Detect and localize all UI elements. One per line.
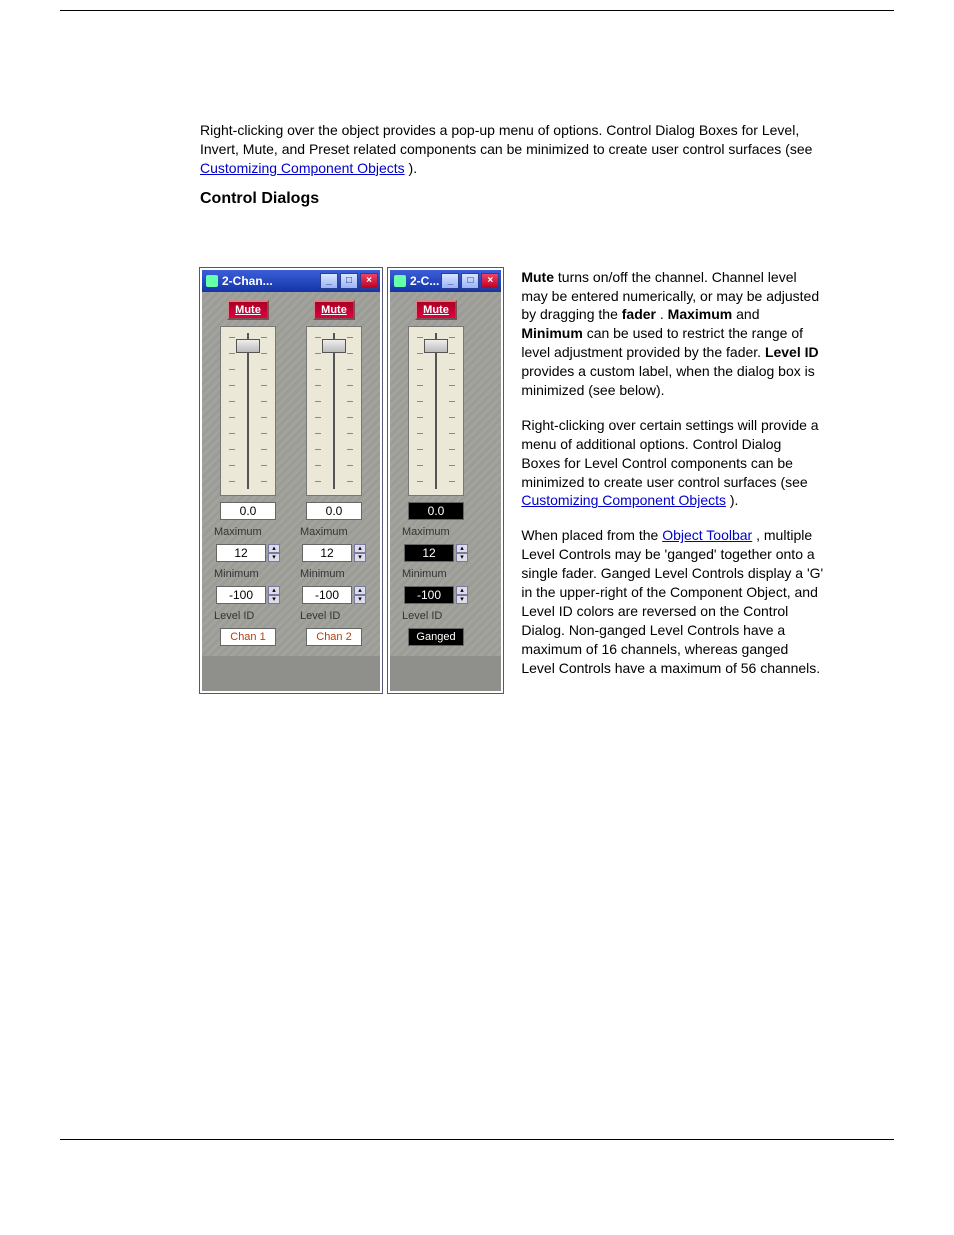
p1b: . (660, 306, 668, 322)
level-id-label: Level ID (208, 610, 254, 622)
maximum-value[interactable]: 12 (404, 544, 454, 562)
maximum-spinner: 12▴▾ (216, 544, 280, 562)
channel-strip: Mute0.0Maximum12▴▾Minimum-100▴▾Level IDG… (396, 300, 476, 646)
level-value[interactable]: 0.0 (408, 502, 464, 520)
channel-strip: Mute0.0Maximum12▴▾Minimum-100▴▾Level IDC… (208, 300, 288, 646)
channel-strip: Mute0.0Maximum12▴▾Minimum-100▴▾Level IDC… (294, 300, 374, 646)
minimum-value[interactable]: -100 (302, 586, 352, 604)
level-id-label: Level ID (294, 610, 340, 622)
link-object-toolbar[interactable]: Object Toolbar (662, 527, 752, 543)
minimum-label: Minimum (396, 568, 447, 580)
maximum-spinner: 12▴▾ (302, 544, 366, 562)
level-value[interactable]: 0.0 (220, 502, 276, 520)
p2a: Right-clicking over certain settings wil… (521, 417, 818, 490)
mute-button[interactable]: Mute (227, 300, 269, 320)
p1c: and (736, 306, 759, 322)
close-button[interactable]: × (481, 273, 499, 289)
fader-thumb[interactable] (322, 339, 346, 353)
bold-mute: Mute (521, 269, 554, 285)
app-icon (206, 275, 218, 287)
intro-text-a: Right-clicking over the object provides … (200, 122, 812, 157)
minimize-button[interactable]: _ (441, 273, 459, 289)
bold-levelid: Level ID (765, 344, 819, 360)
intro-text-b: ). (409, 160, 418, 176)
minimum-up[interactable]: ▴ (354, 586, 366, 595)
maximum-label: Maximum (208, 526, 262, 538)
desc-paragraph-2: Right-clicking over certain settings wil… (521, 416, 824, 510)
maximum-down[interactable]: ▾ (268, 553, 280, 562)
window-title: 2-Chan... (222, 274, 318, 288)
maximum-label: Maximum (396, 526, 450, 538)
desc-paragraph-3: When placed from the Object Toolbar , mu… (521, 526, 824, 677)
p3b: , multiple Level Controls may be 'ganged… (521, 527, 823, 675)
bold-fader: fader (622, 306, 656, 322)
app-icon (394, 275, 406, 287)
bold-minimum: Minimum (521, 325, 582, 341)
mute-button[interactable]: Mute (313, 300, 355, 320)
minimize-button[interactable]: _ (320, 273, 338, 289)
titlebar[interactable]: 2-Chan..._□× (202, 270, 380, 292)
p1e: provides a custom label, when the dialog… (521, 363, 814, 398)
minimum-label: Minimum (208, 568, 259, 580)
dialog-body: Mute0.0Maximum12▴▾Minimum-100▴▾Level IDG… (390, 292, 501, 656)
minimum-value[interactable]: -100 (404, 586, 454, 604)
maximum-up[interactable]: ▴ (456, 544, 468, 553)
minimum-down[interactable]: ▾ (456, 595, 468, 604)
level-id-value[interactable]: Chan 1 (220, 628, 276, 646)
content-row: 2-Chan..._□×Mute0.0Maximum12▴▾Minimum-10… (200, 268, 824, 694)
description-column: Mute turns on/off the channel. Channel l… (521, 268, 824, 694)
level-id-value[interactable]: Chan 2 (306, 628, 362, 646)
maximum-value[interactable]: 12 (216, 544, 266, 562)
desc-paragraph-1: Mute turns on/off the channel. Channel l… (521, 268, 824, 400)
p2b: ). (730, 492, 739, 508)
titlebar[interactable]: 2-C..._□× (390, 270, 501, 292)
dialog-screenshots: 2-Chan..._□×Mute0.0Maximum12▴▾Minimum-10… (200, 268, 503, 694)
maximum-label: Maximum (294, 526, 348, 538)
level-id-label: Level ID (396, 610, 442, 622)
fader[interactable] (306, 326, 362, 496)
level-value[interactable]: 0.0 (306, 502, 362, 520)
maximize-button[interactable]: □ (340, 273, 358, 289)
intro-paragraph: Right-clicking over the object provides … (200, 121, 824, 178)
minimum-spinner: -100▴▾ (302, 586, 366, 604)
maximum-spinner: 12▴▾ (404, 544, 468, 562)
level-id-value[interactable]: Ganged (408, 628, 464, 646)
heading-control-dialogs: Control Dialogs (200, 190, 824, 208)
maximum-up[interactable]: ▴ (268, 544, 280, 553)
minimum-spinner: -100▴▾ (216, 586, 280, 604)
maximum-value[interactable]: 12 (302, 544, 352, 562)
minimum-up[interactable]: ▴ (268, 586, 280, 595)
fader-thumb[interactable] (236, 339, 260, 353)
mute-button[interactable]: Mute (415, 300, 457, 320)
dialog-window: 2-C..._□×Mute0.0Maximum12▴▾Minimum-100▴▾… (388, 268, 503, 694)
document-page: Right-clicking over the object provides … (60, 10, 894, 1140)
dialog-window: 2-Chan..._□×Mute0.0Maximum12▴▾Minimum-10… (200, 268, 382, 694)
link-customizing-2[interactable]: Customizing Component Objects (521, 492, 726, 508)
fader-thumb[interactable] (424, 339, 448, 353)
maximum-down[interactable]: ▾ (354, 553, 366, 562)
maximize-button[interactable]: □ (461, 273, 479, 289)
maximum-down[interactable]: ▾ (456, 553, 468, 562)
maximum-up[interactable]: ▴ (354, 544, 366, 553)
minimum-down[interactable]: ▾ (354, 595, 366, 604)
minimum-down[interactable]: ▾ (268, 595, 280, 604)
dialog-body: Mute0.0Maximum12▴▾Minimum-100▴▾Level IDC… (202, 292, 380, 656)
minimum-up[interactable]: ▴ (456, 586, 468, 595)
p3a: When placed from the (521, 527, 662, 543)
minimum-value[interactable]: -100 (216, 586, 266, 604)
minimum-spinner: -100▴▾ (404, 586, 468, 604)
window-title: 2-C... (410, 274, 439, 288)
fader[interactable] (408, 326, 464, 496)
fader[interactable] (220, 326, 276, 496)
link-customizing-1[interactable]: Customizing Component Objects (200, 160, 405, 176)
bold-maximum: Maximum (668, 306, 733, 322)
minimum-label: Minimum (294, 568, 345, 580)
close-button[interactable]: × (360, 273, 378, 289)
